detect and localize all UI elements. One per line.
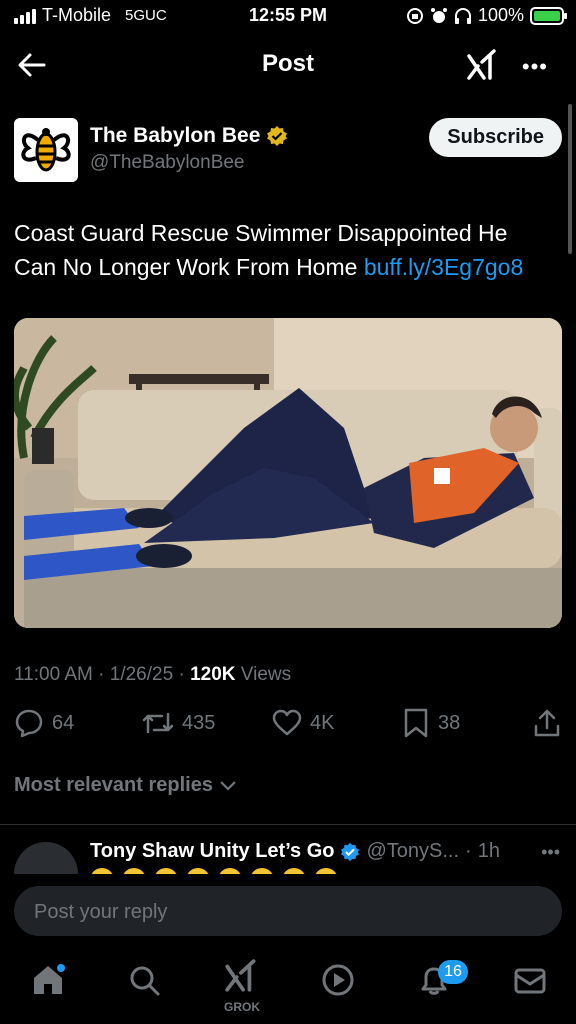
reply-author-name[interactable]: Tony Shaw Unity Let’s Go (90, 840, 334, 863)
reply-time: 1h (477, 840, 500, 862)
emoji-icon (122, 868, 146, 874)
notifications-badge: 16 (438, 960, 468, 984)
status-bar: T-Mobile 5GUC 12:55 PM 100% (0, 0, 576, 32)
emoji-icon (314, 868, 338, 874)
headphones-icon (454, 7, 471, 24)
share-icon (534, 709, 560, 737)
views-count: 120K (190, 664, 236, 685)
alarm-icon (430, 7, 447, 23)
bookmark-count: 38 (438, 711, 461, 734)
reply-more-icon[interactable]: ••• (541, 842, 560, 863)
repost-action[interactable]: 435 (142, 708, 215, 738)
post-photo (14, 318, 562, 628)
tab-grok[interactable] (222, 956, 262, 996)
bottom-tab-bar: GROK 16 (0, 946, 576, 1024)
screen-rotation-lock-icon (406, 7, 423, 24)
share-action[interactable] (532, 708, 562, 738)
verified-badge-icon (341, 842, 360, 861)
chevron-down-icon (220, 780, 236, 791)
tab-search[interactable] (124, 960, 164, 1000)
post-date: 1/26/25 (109, 664, 174, 685)
mail-icon (514, 968, 546, 994)
post-image[interactable] (14, 318, 562, 628)
reply-count: 64 (52, 711, 75, 734)
replies-sort-label: Most relevant replies (14, 774, 213, 796)
reply-item[interactable]: Tony Shaw Unity Let’s Go @TonyS... · 1h … (0, 826, 576, 874)
views-label: Views (240, 664, 292, 685)
grok-icon[interactable] (466, 48, 500, 82)
emoji-icon (218, 868, 242, 874)
reply-avatar[interactable] (14, 842, 78, 874)
battery-icon (530, 6, 567, 25)
like-action[interactable]: 4K (272, 708, 334, 738)
grok-icon (225, 959, 256, 992)
repost-count: 435 (182, 711, 216, 734)
avatar[interactable] (14, 118, 78, 182)
reply-header: Tony Shaw Unity Let’s Go @TonyS... · 1h (90, 840, 500, 863)
divider (0, 824, 576, 825)
reply-action[interactable]: 64 (14, 708, 74, 738)
bookmark-action[interactable]: 38 (402, 708, 460, 738)
emoji-icon (186, 868, 210, 874)
emoji-icon (250, 868, 274, 874)
author-name-text: The Babylon Bee (90, 124, 261, 147)
post-link[interactable]: buff.ly/3Eg7go8 (364, 254, 523, 280)
subscribe-button[interactable]: Subscribe (429, 118, 562, 157)
author-name[interactable]: The Babylon Bee (90, 124, 288, 148)
reply-author-handle: @TonyS... (366, 840, 460, 862)
post-text: Coast Guard Rescue Swimmer Disappointed … (14, 216, 554, 284)
battery-percent: 100% (477, 5, 524, 25)
verified-badge-icon (267, 126, 288, 146)
reply-composer[interactable] (14, 886, 562, 938)
post-author: The Babylon Bee @TheBabylonBee Subscribe (14, 118, 562, 182)
search-icon (130, 966, 160, 996)
replies-sort-dropdown[interactable]: Most relevant replies (14, 774, 237, 797)
author-handle[interactable]: @TheBabylonBee (90, 152, 245, 174)
home-notification-dot (57, 964, 65, 972)
scroll-indicator (568, 104, 572, 254)
babylon-bee-logo-icon (21, 128, 71, 172)
like-count: 4K (310, 711, 335, 734)
reply-emoji-row (90, 868, 338, 874)
action-bar: 64 435 4K 38 (14, 708, 562, 744)
tab-media[interactable] (318, 960, 358, 1000)
bookmark-icon (404, 708, 428, 738)
emoji-icon (90, 868, 114, 874)
post-time: 11:00 AM (14, 664, 93, 685)
heart-icon (272, 709, 302, 736)
post-meta: 11:00 AM · 1/26/25 · 120K Views (14, 664, 292, 685)
reply-input[interactable] (32, 886, 516, 938)
more-options-icon[interactable]: ••• (522, 54, 548, 80)
grok-tab-label: GROK (224, 1000, 260, 1014)
tab-messages[interactable] (510, 960, 550, 1000)
emoji-icon (154, 868, 178, 874)
emoji-icon (282, 868, 306, 874)
top-bar: Post ••• (0, 36, 576, 92)
play-circle-icon (322, 964, 354, 996)
reply-icon (15, 709, 43, 738)
repost-icon (142, 712, 174, 734)
status-right: 100% (406, 5, 567, 26)
